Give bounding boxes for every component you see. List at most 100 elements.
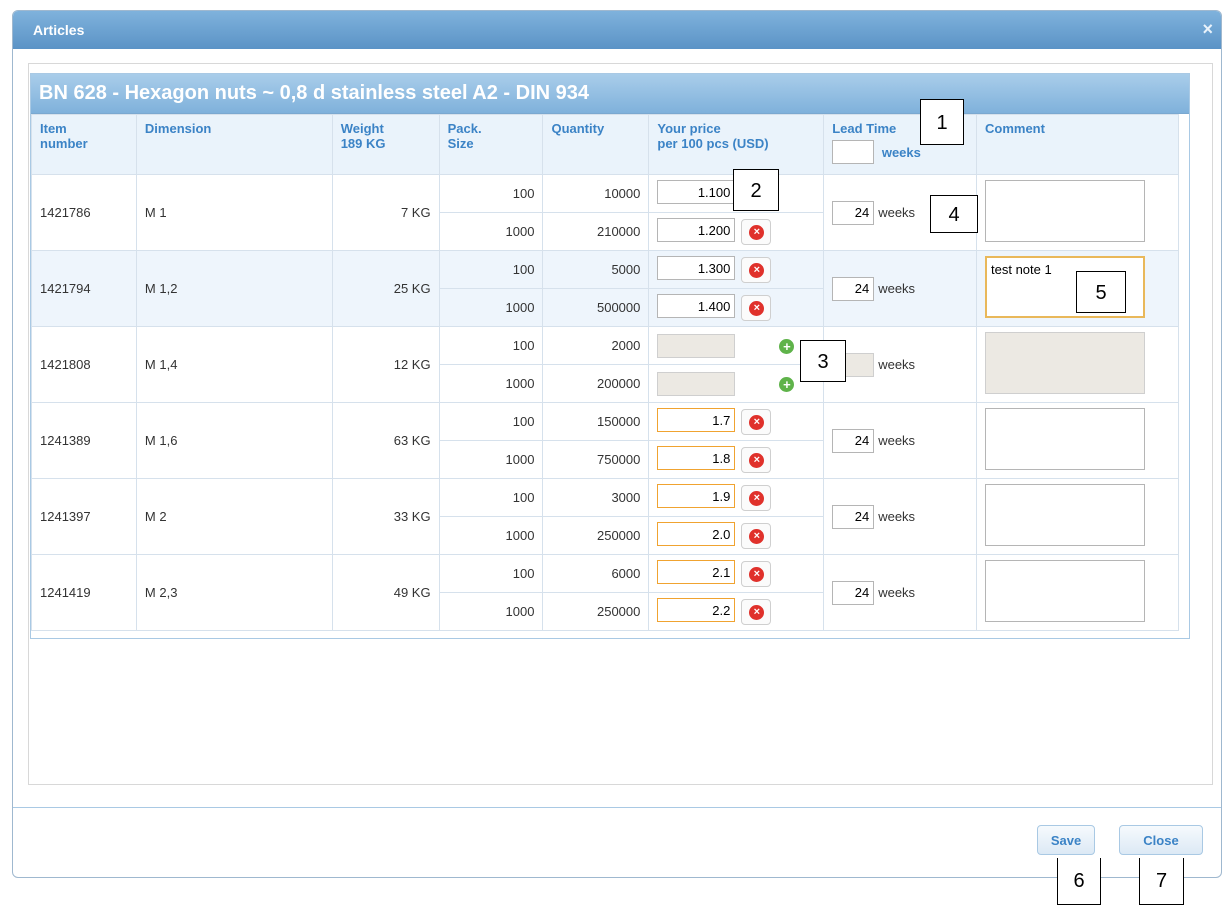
add-price-icon[interactable]: + <box>779 339 795 355</box>
delete-price-button[interactable]: × <box>741 408 772 435</box>
comment-input[interactable] <box>985 560 1145 622</box>
item-number: 1421794 <box>40 281 91 296</box>
pack-size-cell: 100 <box>438 326 544 365</box>
price-input[interactable] <box>657 522 736 547</box>
delete-price-button[interactable]: × <box>741 522 772 549</box>
comment-input[interactable] <box>985 332 1145 394</box>
delete-icon: × <box>749 490 765 506</box>
table-body: 1421786M 17 KG10010000×weeks1000210000×1… <box>31 174 1179 631</box>
price-input[interactable] <box>657 294 736 319</box>
delete-price-button[interactable]: × <box>741 446 772 473</box>
quantity-cell: 6000 <box>542 554 650 593</box>
callout-7: 7 <box>1139 858 1184 905</box>
quantity-cell: 750000 <box>542 440 650 479</box>
dimension-cell: M 1 <box>135 174 333 251</box>
pack-size-cell: 100 <box>438 250 544 289</box>
quantity-cell: 200000 <box>542 364 650 403</box>
delete-icon: × <box>749 262 765 278</box>
pack-size-cell: 1000 <box>438 364 544 403</box>
weight: 49 KG <box>393 585 431 600</box>
footer-divider <box>13 807 1221 808</box>
item-number-cell: 1241389 <box>31 402 137 479</box>
quantity: 10000 <box>604 186 641 201</box>
lead-time-input[interactable] <box>832 276 875 301</box>
price-cell: × <box>648 554 825 593</box>
lead-time-cell: weeks <box>823 326 977 403</box>
price-input[interactable] <box>657 218 736 243</box>
comment-input[interactable] <box>985 180 1145 242</box>
lead-time-input[interactable] <box>832 504 875 529</box>
close-icon[interactable]: × <box>1202 19 1213 40</box>
delete-price-button[interactable]: × <box>741 560 772 587</box>
dimension: M 1,6 <box>144 433 178 448</box>
lead-time-input[interactable] <box>832 580 875 605</box>
delete-price-button[interactable]: × <box>741 598 772 625</box>
callout-1: 1 <box>920 99 964 145</box>
price-cell: × <box>648 402 825 441</box>
close-button[interactable]: Close <box>1119 825 1203 855</box>
callout-6: 6 <box>1057 858 1101 905</box>
pack-size: 1000 <box>505 224 535 239</box>
delete-price-button[interactable]: × <box>741 218 772 245</box>
dialog-title-bar[interactable]: Articles × <box>13 11 1221 49</box>
price-input[interactable] <box>657 371 736 396</box>
price-input[interactable] <box>657 484 736 509</box>
add-price-icon[interactable]: + <box>779 377 795 393</box>
comment-input[interactable] <box>985 408 1145 470</box>
pack-size: 100 <box>512 338 535 353</box>
price-input[interactable] <box>657 180 736 205</box>
col-weight-label: Weight 189 KG <box>340 121 386 151</box>
delete-price-button[interactable]: × <box>741 294 772 321</box>
delete-icon: × <box>749 224 765 240</box>
lead-time-all-unit: weeks <box>881 144 921 160</box>
lead-time-input[interactable] <box>832 200 875 225</box>
save-button[interactable]: Save <box>1037 825 1095 855</box>
quantity: 2000 <box>611 338 641 353</box>
pack-size-cell: 100 <box>438 174 544 213</box>
dimension-cell: M 1,6 <box>135 402 333 479</box>
weight: 63 KG <box>393 433 431 448</box>
quantity: 3000 <box>611 490 641 505</box>
comment-input[interactable] <box>985 484 1145 546</box>
lead-time-all-input[interactable] <box>832 140 875 164</box>
dimension: M 1 <box>144 205 167 220</box>
dimension-cell: M 1,4 <box>135 326 333 403</box>
delete-icon: × <box>749 566 765 582</box>
delete-price-button[interactable]: × <box>741 484 772 511</box>
delete-icon: × <box>749 452 765 468</box>
quantity: 250000 <box>596 604 641 619</box>
quantity-cell: 10000 <box>542 174 650 213</box>
price-input[interactable] <box>657 256 736 281</box>
weight-cell: 49 KG <box>331 554 440 631</box>
screen: Articles × BN 628 - Hexagon nuts ~ 0,8 d… <box>0 0 1228 905</box>
lead-time-cell: weeks <box>823 478 977 555</box>
delete-price-button[interactable]: × <box>741 256 772 283</box>
comment-cell <box>976 554 1179 631</box>
pack-size: 100 <box>512 490 535 505</box>
item-number-cell: 1241419 <box>31 554 137 631</box>
item-number-cell: 1421808 <box>31 326 137 403</box>
col-quantity-label: Quantity <box>551 121 605 136</box>
col-weight: Weight 189 KG <box>331 114 440 175</box>
item-number: 1241419 <box>40 585 91 600</box>
price-input[interactable] <box>657 598 736 623</box>
lead-time-unit: weeks <box>878 205 916 220</box>
price-input[interactable] <box>657 560 736 585</box>
price-input[interactable] <box>657 446 736 471</box>
pack-size-cell: 100 <box>438 554 544 593</box>
col-price: Your price per 100 pcs (USD) <box>648 114 825 175</box>
table-row: 1241419 M 2,3 49 KG 100 6000 × weeks <box>31 554 1179 631</box>
weight-cell: 25 KG <box>331 250 440 327</box>
quantity: 750000 <box>596 452 641 467</box>
price-input[interactable] <box>657 408 736 433</box>
weight-cell: 12 KG <box>331 326 440 403</box>
lead-time-cell: weeks <box>823 554 977 631</box>
price-input[interactable] <box>657 333 736 358</box>
price-cell: × <box>648 516 825 555</box>
lead-time-input[interactable] <box>832 428 875 453</box>
pack-size-cell: 100 <box>438 478 544 517</box>
pack-size: 1000 <box>505 528 535 543</box>
dimension-cell: M 2 <box>135 478 333 555</box>
col-dimension-label: Dimension <box>144 121 212 136</box>
quantity: 5000 <box>611 262 641 277</box>
